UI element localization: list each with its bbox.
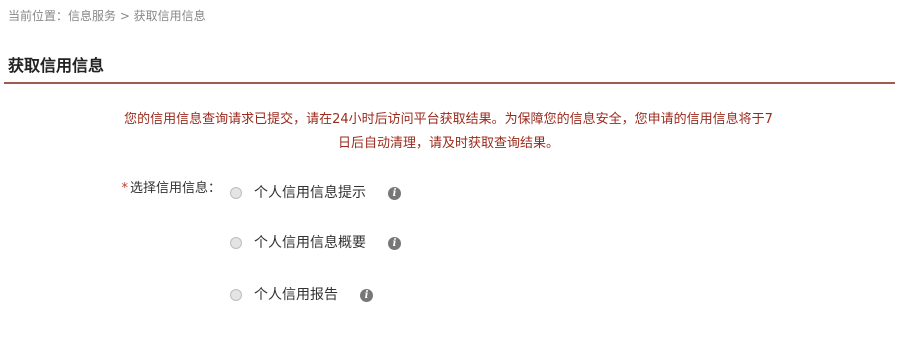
option-label[interactable]: 个人信用信息提示 — [254, 183, 366, 203]
page-title: 获取信用信息 — [8, 56, 105, 75]
option-credit-info-summary[interactable]: 个人信用信息概要 i — [230, 233, 401, 253]
title-divider — [4, 82, 895, 84]
option-label[interactable]: 个人信用报告 — [254, 285, 338, 305]
info-icon[interactable]: i — [388, 186, 401, 200]
credit-info-field-label: * 选择信用信息： — [121, 180, 221, 198]
info-icon[interactable]: i — [388, 236, 401, 250]
field-label-text: 选择信用信息： — [129, 181, 221, 196]
radio-credit-info-hint[interactable] — [230, 187, 242, 199]
radio-credit-info-summary[interactable] — [230, 237, 242, 249]
info-icon[interactable]: i — [360, 288, 373, 302]
notice-line-1: 您的信用信息查询请求已提交，请在24小时后访问平台获取结果。为保障您的信息安全，… — [124, 112, 773, 127]
radio-credit-report[interactable] — [230, 289, 242, 301]
option-credit-report[interactable]: 个人信用报告 i — [230, 285, 373, 305]
required-star: * — [121, 181, 128, 196]
notice-line-2: 日后自动清理，请及时获取查询结果。 — [337, 136, 559, 151]
submission-notice: 您的信用信息查询请求已提交，请在24小时后访问平台获取结果。为保障您的信息安全，… — [20, 108, 877, 156]
breadcrumb: 当前位置：信息服务 > 获取信用信息 — [8, 9, 206, 23]
option-credit-info-hint[interactable]: 个人信用信息提示 i — [230, 183, 401, 203]
option-label[interactable]: 个人信用信息概要 — [254, 233, 366, 253]
